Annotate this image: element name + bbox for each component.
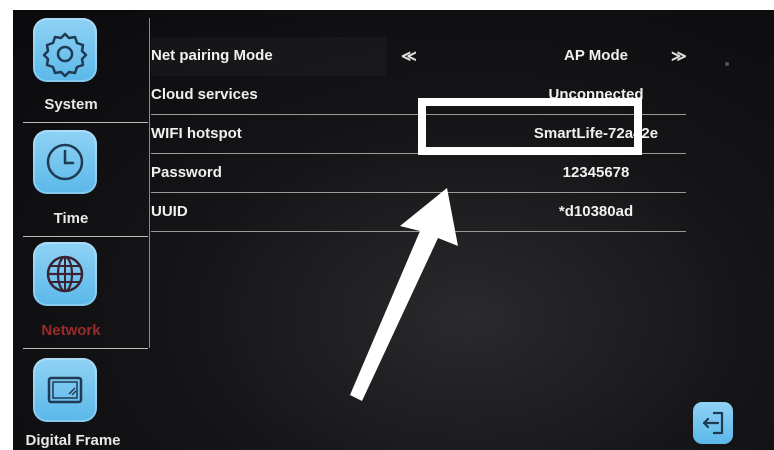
row-label: WIFI hotspot xyxy=(151,125,242,142)
row-label: Password xyxy=(151,164,222,181)
sidebar-item-time[interactable]: Time xyxy=(13,124,153,238)
sidebar-divider xyxy=(23,236,148,237)
sidebar-divider xyxy=(23,348,148,349)
sidebar-item-label: Time xyxy=(53,210,89,227)
clock-icon xyxy=(33,130,97,194)
globe-icon xyxy=(33,242,97,306)
settings-row-password: Password 12345678 xyxy=(151,154,691,193)
sidebar-item-label: Network xyxy=(41,322,101,339)
settings-row-uuid: UUID *d10380ad xyxy=(151,193,691,232)
sidebar-item-system[interactable]: System xyxy=(13,10,153,124)
sidebar-item-network[interactable]: Network xyxy=(13,238,153,352)
gear-icon xyxy=(33,18,97,82)
row-label: Net pairing Mode xyxy=(151,47,273,64)
sidebar-item-label: Digital Frame xyxy=(25,432,121,449)
next-mode-button[interactable]: ≫ xyxy=(671,47,687,65)
exit-icon xyxy=(702,411,724,435)
indicator-dot xyxy=(725,62,729,66)
back-button[interactable] xyxy=(693,402,733,444)
sidebar: System Time Network Digital Frame xyxy=(13,10,153,450)
password-value: 12345678 xyxy=(562,164,630,181)
row-divider xyxy=(151,231,686,232)
annotation-highlight-box xyxy=(418,98,642,155)
picture-frame-icon xyxy=(33,358,97,422)
sidebar-item-digital-frame[interactable]: Digital Frame xyxy=(13,350,153,450)
sidebar-divider xyxy=(23,122,148,123)
sidebar-item-label: System xyxy=(44,96,98,113)
uuid-value: *d10380ad xyxy=(558,203,634,220)
row-label: UUID xyxy=(151,203,188,220)
device-screen: System Time Network Digital Frame Net pa… xyxy=(13,10,774,450)
sidebar-border xyxy=(149,18,150,348)
row-label: Cloud services xyxy=(151,86,258,103)
settings-row-net-pairing-mode: Net pairing Mode ≪ AP Mode ≫ xyxy=(151,37,691,76)
previous-mode-button[interactable]: ≪ xyxy=(401,47,417,65)
